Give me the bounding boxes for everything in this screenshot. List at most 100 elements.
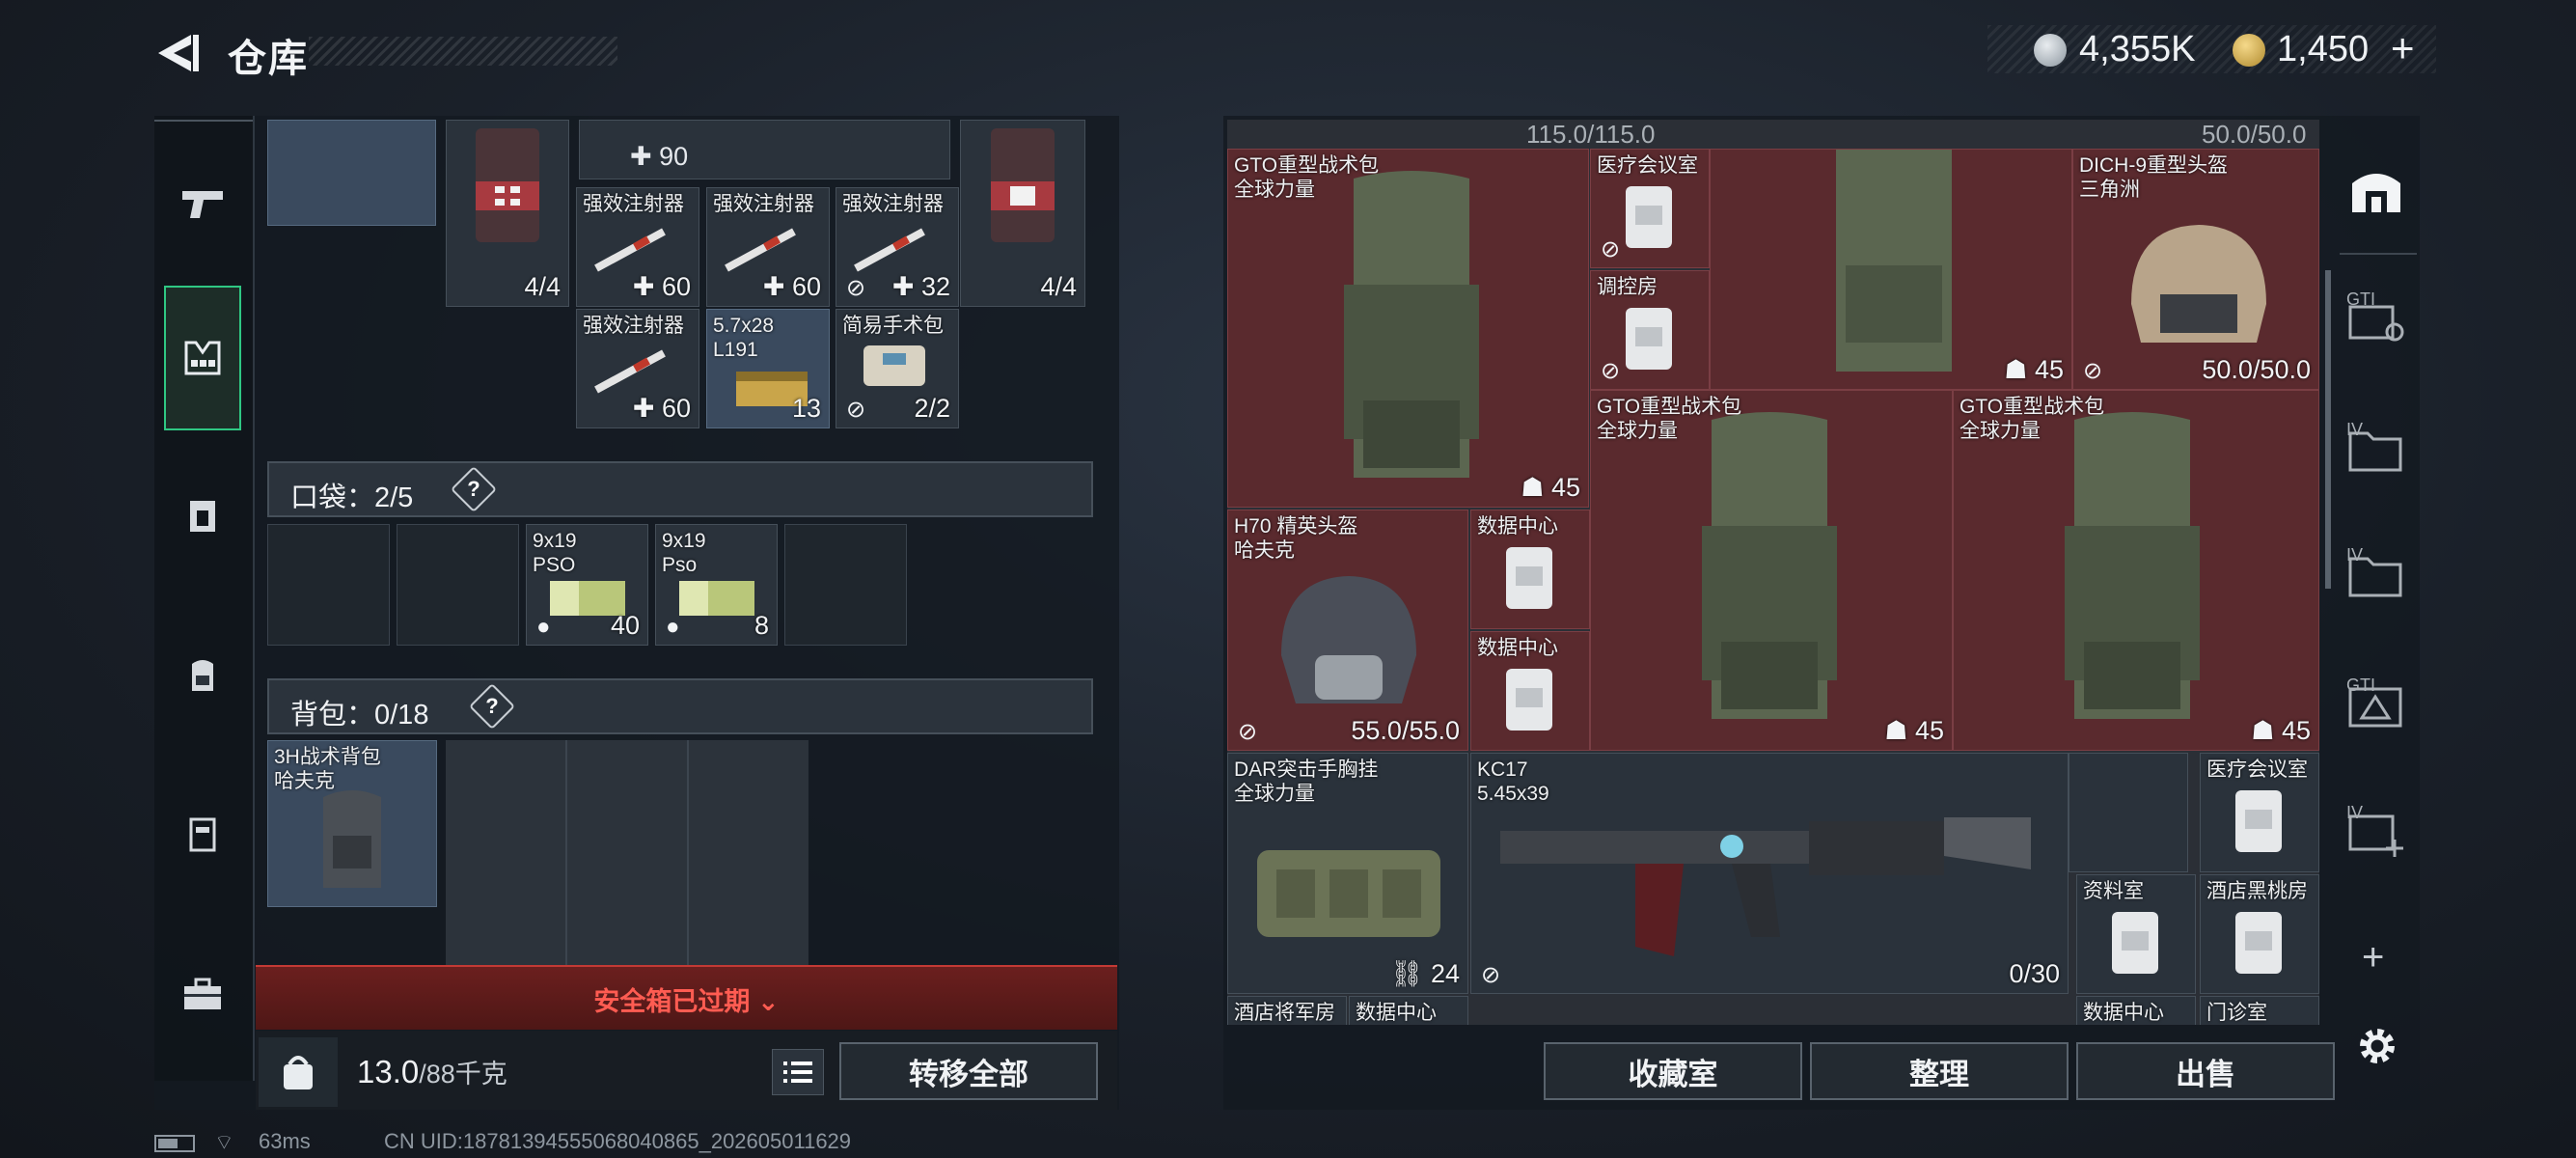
stash-item-keycard[interactable]: 数据中心 bbox=[1470, 510, 1590, 629]
stash-tab-iv-1[interactable]: IV bbox=[2346, 420, 2406, 476]
help-glyph: ? bbox=[467, 477, 480, 501]
not-insured-icon: ⊘ bbox=[1238, 719, 1258, 745]
backpack-help-icon[interactable]: ? bbox=[468, 682, 516, 731]
list-view-button[interactable] bbox=[772, 1049, 824, 1095]
stash-item-gto-pack[interactable]: GTO重型战术包 全球力量 ☗ 45 bbox=[1227, 149, 1589, 508]
medkit-item-2[interactable]: 4/4 bbox=[960, 120, 1085, 307]
safebox-expired-bar[interactable]: 安全箱已过期 ⌄ bbox=[256, 965, 1117, 1030]
pocket-slot-empty[interactable] bbox=[784, 524, 907, 646]
stash-item-gto-pack[interactable]: GTO重型战术包 全球力量 ☗ 45 bbox=[1953, 390, 2319, 751]
not-insured-icon: ⊘ bbox=[1481, 962, 1501, 988]
item-qty: 8 bbox=[754, 611, 769, 640]
case-icon bbox=[189, 817, 216, 852]
backpack-item[interactable]: 3H战术背包 哈夫克 bbox=[267, 740, 437, 907]
medkit-qty: 4/4 bbox=[1040, 272, 1077, 301]
plus-marker-icon: ✚ bbox=[632, 272, 662, 301]
ammo-item[interactable]: 5.7x28 L191 13 bbox=[706, 309, 830, 428]
syringe-icon bbox=[854, 228, 925, 272]
safebox-expired-text: 安全箱已过期 bbox=[593, 987, 751, 1016]
item-name: 医疗会议室 bbox=[2206, 758, 2308, 781]
pocket-ammo-item[interactable]: 9x19 PSO ● 40 bbox=[526, 524, 648, 646]
tab-backpack[interactable] bbox=[164, 603, 241, 748]
item-name: 酒店黑桃房 bbox=[2206, 880, 2308, 902]
backpack-label: 背包：0/18 bbox=[290, 700, 429, 731]
item-qty: 13 bbox=[791, 394, 821, 423]
stash-item-gto-pack[interactable]: GTO重型战术包 全球力量 ☗ 45 bbox=[1590, 390, 1953, 751]
item-name: H70 精英头盔 哈夫克 bbox=[1234, 515, 1358, 562]
add-currency-button[interactable]: + bbox=[2391, 25, 2415, 71]
item-name: 9x19 PSO bbox=[533, 530, 577, 576]
stash-scrollbar[interactable] bbox=[2325, 270, 2331, 589]
stash-item-keycard[interactable]: 资料室 bbox=[2076, 874, 2196, 994]
helmet-image-icon bbox=[2131, 225, 2266, 343]
settings-button[interactable] bbox=[2354, 1023, 2400, 1069]
item-name: 数据中心 bbox=[1477, 637, 1558, 659]
injector-item[interactable]: 强效注射器 ✚ 60 bbox=[576, 187, 699, 307]
tab-case[interactable] bbox=[164, 762, 241, 907]
transfer-all-button[interactable]: 转移全部 bbox=[839, 1042, 1098, 1100]
plus-marker-icon: ✚ bbox=[630, 142, 660, 171]
pocket-slot-empty[interactable] bbox=[397, 524, 519, 646]
stash-item-keycard[interactable]: 数据中心 bbox=[2076, 996, 2196, 1025]
silver-coin-icon bbox=[2034, 34, 2067, 67]
organize-button[interactable]: 整理 bbox=[1810, 1042, 2069, 1100]
gear-item-partial[interactable] bbox=[267, 120, 436, 226]
tab-divider bbox=[2340, 253, 2417, 255]
medical-item-partial[interactable]: ✚ 90 bbox=[579, 120, 950, 179]
stash-item-keycard[interactable]: 医疗会议室 bbox=[2200, 753, 2319, 872]
stash-tab-gt[interactable]: GTI bbox=[2346, 676, 2406, 731]
item-name: 5.7x28 L191 bbox=[713, 315, 775, 361]
item-qty: 50.0/50.0 bbox=[2202, 355, 2311, 384]
helmet-image-icon bbox=[1281, 576, 1416, 703]
stash-item-chest-rig[interactable]: DAR突击手胸挂 全球力量 ⛓ 24 bbox=[1227, 753, 1468, 994]
pocket-slot-empty[interactable] bbox=[267, 524, 390, 646]
tab-toolbox[interactable] bbox=[164, 922, 241, 1066]
stash-tab-gti[interactable]: GTI bbox=[2346, 290, 2406, 345]
keycard-icon bbox=[2235, 912, 2282, 974]
pocket-ammo-item[interactable]: 9x19 Pso ● 8 bbox=[655, 524, 778, 646]
stash-item-keycard[interactable]: 门诊室 bbox=[2200, 996, 2319, 1025]
stash-grid[interactable]: 115.0/115.0 50.0/50.0 GTO重型战术包 全球力量 ☗ 45… bbox=[1227, 120, 2319, 1025]
chest-rig-class-icon: ⛓ bbox=[1390, 959, 1431, 988]
injector-item[interactable]: 强效注射器 ✚ 60 bbox=[576, 309, 699, 428]
back-button[interactable] bbox=[154, 29, 203, 77]
not-insured-icon: ⊘ bbox=[1601, 236, 1621, 262]
stash-item-helmet-dich[interactable]: DICH-9重型头盔 三角洲 ⊘ 50.0/50.0 bbox=[2072, 149, 2319, 390]
sell-button[interactable]: 出售 bbox=[2076, 1042, 2335, 1100]
weight-unit: /88千克 bbox=[419, 1060, 507, 1089]
medkit-item[interactable]: 4/4 bbox=[446, 120, 569, 307]
stash-slot-empty[interactable] bbox=[2069, 753, 2188, 872]
weight-icon bbox=[259, 1037, 338, 1107]
tab-tag: GTI bbox=[2346, 290, 2375, 309]
pocket-help-icon[interactable]: ? bbox=[450, 465, 498, 513]
stash-tab-iv-2[interactable]: IV bbox=[2346, 545, 2406, 601]
collection-room-button[interactable]: 收藏室 bbox=[1544, 1042, 1802, 1100]
weight-class-icon: ☗ bbox=[1521, 473, 1551, 502]
safe-house-tab[interactable] bbox=[2346, 162, 2406, 218]
add-stash-tab-button[interactable]: + bbox=[2362, 936, 2384, 979]
stash-item-keycard[interactable]: 数据中心 bbox=[1470, 631, 1590, 751]
gear-icon bbox=[2360, 1029, 2395, 1063]
tab-weapon[interactable] bbox=[164, 130, 241, 275]
backpack-image-icon bbox=[323, 790, 381, 888]
chest-rig-image-icon bbox=[1257, 850, 1440, 937]
injector-item[interactable]: 强效注射器 ✚ 60 bbox=[706, 187, 830, 307]
stash-item-keycard[interactable]: 调控房 ⊘ bbox=[1590, 270, 1710, 390]
stash-item-rifle[interactable]: KC17 5.45x39 ⊘ 0/30 bbox=[1470, 753, 2069, 994]
tab-armor[interactable] bbox=[164, 444, 241, 589]
backpack-grid[interactable] bbox=[446, 740, 808, 965]
stash-item-pack-partial[interactable]: ☗ 45 bbox=[1710, 149, 2072, 390]
stash-item-helmet-h70[interactable]: H70 精英头盔 哈夫克 ⊘ 55.0/55.0 bbox=[1227, 510, 1468, 751]
tab-chest-rig[interactable] bbox=[164, 286, 241, 430]
stash-tab-iv-add[interactable]: IV bbox=[2346, 803, 2406, 859]
stash-item-keycard[interactable]: 酒店黑桃房 bbox=[2200, 874, 2319, 994]
pocket-label: 口袋：2/5 bbox=[290, 482, 414, 513]
item-name: 数据中心 bbox=[2083, 1002, 2164, 1024]
stash-item-keycard[interactable]: 医疗会议室 ⊘ bbox=[1590, 149, 1710, 268]
stash-item-keycard[interactable]: 酒店将军房 bbox=[1227, 996, 1347, 1025]
tab-tag: IV bbox=[2346, 803, 2364, 822]
injector-item[interactable]: 强效注射器 ⊘ ✚ 32 bbox=[836, 187, 959, 307]
surgery-kit-item[interactable]: 简易手术包 ⊘ 2/2 bbox=[836, 309, 959, 428]
rifle-image-icon bbox=[1500, 817, 2031, 956]
stash-item-keycard[interactable]: 数据中心 bbox=[1349, 996, 1468, 1025]
